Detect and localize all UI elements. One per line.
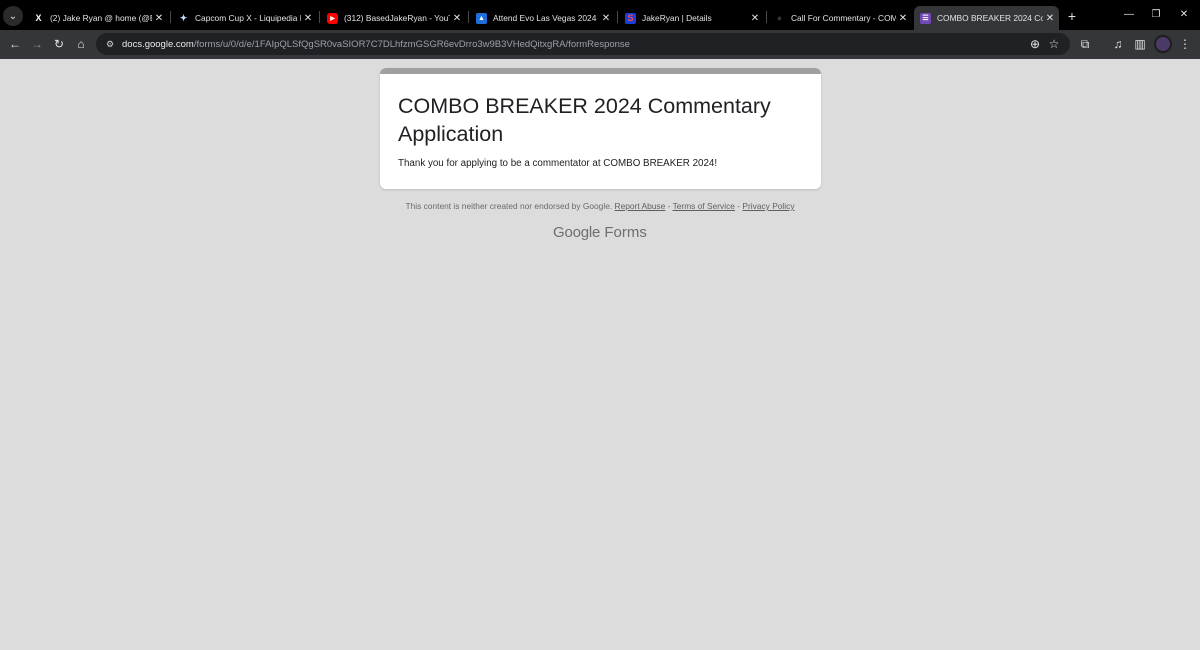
close-icon[interactable]: ✕ xyxy=(450,13,464,24)
terms-of-service-link[interactable]: Terms of Service xyxy=(673,201,735,211)
tab-separator xyxy=(617,11,618,23)
close-icon[interactable]: ✕ xyxy=(1043,13,1057,24)
privacy-policy-link[interactable]: Privacy Policy xyxy=(742,201,794,211)
tab-separator xyxy=(468,11,469,23)
restore-icon[interactable]: ❐ xyxy=(1148,7,1164,23)
footer-disclaimer: This content is neither created nor endo… xyxy=(0,201,1200,211)
google-wordmark: Google xyxy=(553,224,601,241)
close-icon[interactable]: ✕ xyxy=(896,13,910,24)
start-gg-icon: S xyxy=(625,12,636,24)
tab-active-google-form[interactable]: ☰ COMBO BREAKER 2024 Commentary Applicat… xyxy=(914,6,1059,30)
chevron-down-icon: ⌄ xyxy=(8,10,18,22)
tab-liquipedia[interactable]: ✦ Capcom Cup X - Liquipedia Fighting Gam… xyxy=(172,6,317,30)
tab-title: Call For Commentary - COMBO BREAKER xyxy=(791,13,896,23)
forward-arrow-icon[interactable]: → xyxy=(28,35,46,53)
form-confirmation-card: COMBO BREAKER 2024 Commentary Applicatio… xyxy=(380,68,821,189)
report-abuse-link[interactable]: Report Abuse xyxy=(615,201,666,211)
tab-title: (2) Jake Ryan @ home (@BasedJakeRyan) / … xyxy=(50,13,152,23)
close-window-icon[interactable]: ✕ xyxy=(1176,7,1192,23)
minimize-icon[interactable]: — xyxy=(1121,7,1137,23)
tab-title: JakeRyan | Details xyxy=(642,13,712,23)
close-icon[interactable]: ✕ xyxy=(152,13,166,24)
url-text[interactable]: docs.google.com/forms/u/0/d/e/1FAIpQLSfQ… xyxy=(122,39,630,50)
tab-title: COMBO BREAKER 2024 Commentary Applicatio… xyxy=(937,13,1043,23)
url-host: docs.google.com xyxy=(122,39,194,50)
menu-kebab-icon[interactable]: ⋮ xyxy=(1176,35,1194,53)
separator: - xyxy=(667,201,671,211)
x-logo-icon: X xyxy=(35,13,42,23)
close-icon[interactable]: ✕ xyxy=(748,13,762,24)
tab-separator xyxy=(766,11,767,23)
home-icon[interactable]: ⌂ xyxy=(72,35,90,53)
side-panel-icon[interactable]: ▥ xyxy=(1131,35,1149,53)
forms-wordmark: Forms xyxy=(604,224,647,241)
media-controls-icon[interactable]: ♫ xyxy=(1109,35,1127,53)
tab-strip: ⌄ X (2) Jake Ryan @ home (@BasedJakeRyan… xyxy=(0,0,1200,30)
bookmark-star-icon[interactable]: ☆ xyxy=(1045,35,1063,53)
evo-icon: ▲ xyxy=(476,12,487,24)
liquipedia-icon: ✦ xyxy=(179,12,188,23)
card-accent-bar xyxy=(380,68,821,74)
tab-call-for-commentary[interactable]: ● Call For Commentary - COMBO BREAKER ✕ xyxy=(768,6,912,30)
combo-breaker-icon: ● xyxy=(776,13,783,23)
google-forms-logo[interactable]: Google Forms xyxy=(553,224,647,241)
confirmation-message: Thank you for applying to be a commentat… xyxy=(398,158,718,169)
youtube-icon: ▶ xyxy=(327,12,338,24)
url-path: /forms/u/0/d/e/1FAIpQLSfQgSR0vaSIOR7C7DL… xyxy=(193,39,630,50)
google-forms-icon: ☰ xyxy=(920,12,931,24)
tab-start-gg[interactable]: S JakeRyan | Details ✕ xyxy=(619,6,764,30)
extensions-icon[interactable]: ⧉ xyxy=(1076,35,1094,53)
close-icon[interactable]: ✕ xyxy=(599,13,613,24)
form-title: COMBO BREAKER 2024 Commentary Applicatio… xyxy=(398,94,771,146)
zoom-icon[interactable]: ⊕ xyxy=(1026,35,1044,53)
disclaimer-text: This content is neither created nor endo… xyxy=(405,201,613,211)
tab-title: (312) BasedJakeRyan - YouTube xyxy=(344,13,450,23)
tab-title: Capcom Cup X - Liquipedia Fighting Games… xyxy=(195,13,301,23)
close-icon[interactable]: ✕ xyxy=(301,13,315,24)
tab-separator xyxy=(170,11,171,23)
site-info-icon[interactable]: ⚙ xyxy=(103,37,117,51)
reload-icon[interactable]: ↻ xyxy=(50,35,68,53)
separator: - xyxy=(737,201,741,211)
tab-youtube[interactable]: ▶ (312) BasedJakeRyan - YouTube ✕ xyxy=(321,6,466,30)
tab-title: Attend Evo Las Vegas 2024 xyxy=(493,13,597,23)
new-tab-plus-icon[interactable]: + xyxy=(1065,8,1079,24)
back-arrow-icon[interactable]: ← xyxy=(6,35,24,53)
tab-search-button[interactable]: ⌄ xyxy=(3,6,23,26)
tab-separator xyxy=(319,11,320,23)
profile-avatar[interactable] xyxy=(1154,35,1172,53)
tab-evo[interactable]: ▲ Attend Evo Las Vegas 2024 ✕ xyxy=(470,6,615,30)
tab-x[interactable]: X (2) Jake Ryan @ home (@BasedJakeRyan) … xyxy=(27,6,168,30)
